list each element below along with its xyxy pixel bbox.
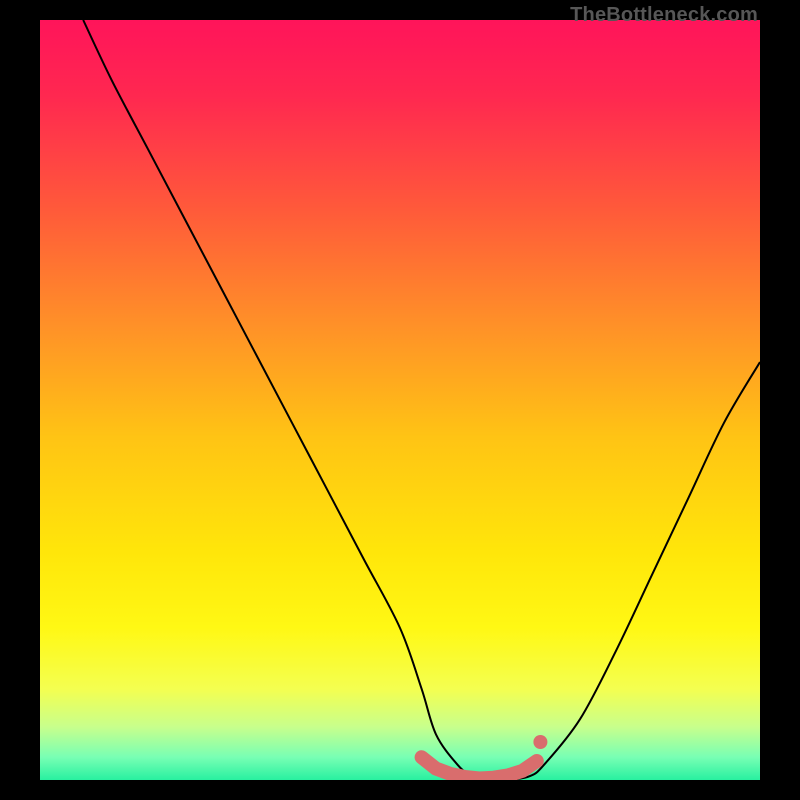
bottleneck-curve [83, 20, 760, 780]
curve-layer [40, 20, 760, 780]
marker-end-dot [533, 735, 547, 749]
chart-frame: TheBottleneck.com [0, 0, 800, 800]
plot-area [40, 20, 760, 780]
watermark-text: TheBottleneck.com [570, 4, 758, 27]
marker-stroke [422, 757, 537, 778]
